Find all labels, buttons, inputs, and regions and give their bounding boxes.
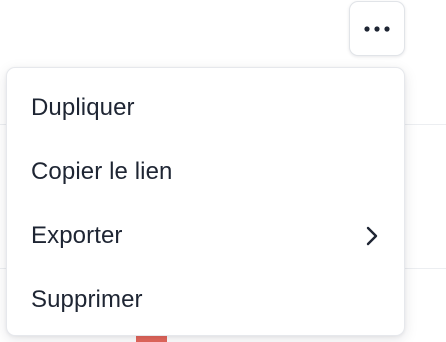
background-accent-bar xyxy=(136,336,167,342)
more-options-button[interactable] xyxy=(349,1,405,56)
chevron-right-icon xyxy=(362,224,382,248)
background-divider xyxy=(404,124,446,125)
background-divider xyxy=(404,268,446,269)
menu-item-label: Supprimer xyxy=(31,286,143,313)
dropdown-menu: Dupliquer Copier le lien Exporter Suppri… xyxy=(6,67,405,336)
menu-item-label: Copier le lien xyxy=(31,158,173,185)
menu-item-copy-link[interactable]: Copier le lien xyxy=(7,140,404,204)
menu-item-export[interactable]: Exporter xyxy=(7,204,404,268)
menu-item-delete[interactable]: Supprimer xyxy=(7,268,404,332)
menu-item-label: Dupliquer xyxy=(31,94,135,121)
more-horizontal-icon xyxy=(362,20,392,38)
menu-item-duplicate[interactable]: Dupliquer xyxy=(7,76,404,140)
menu-item-label: Exporter xyxy=(31,222,123,249)
